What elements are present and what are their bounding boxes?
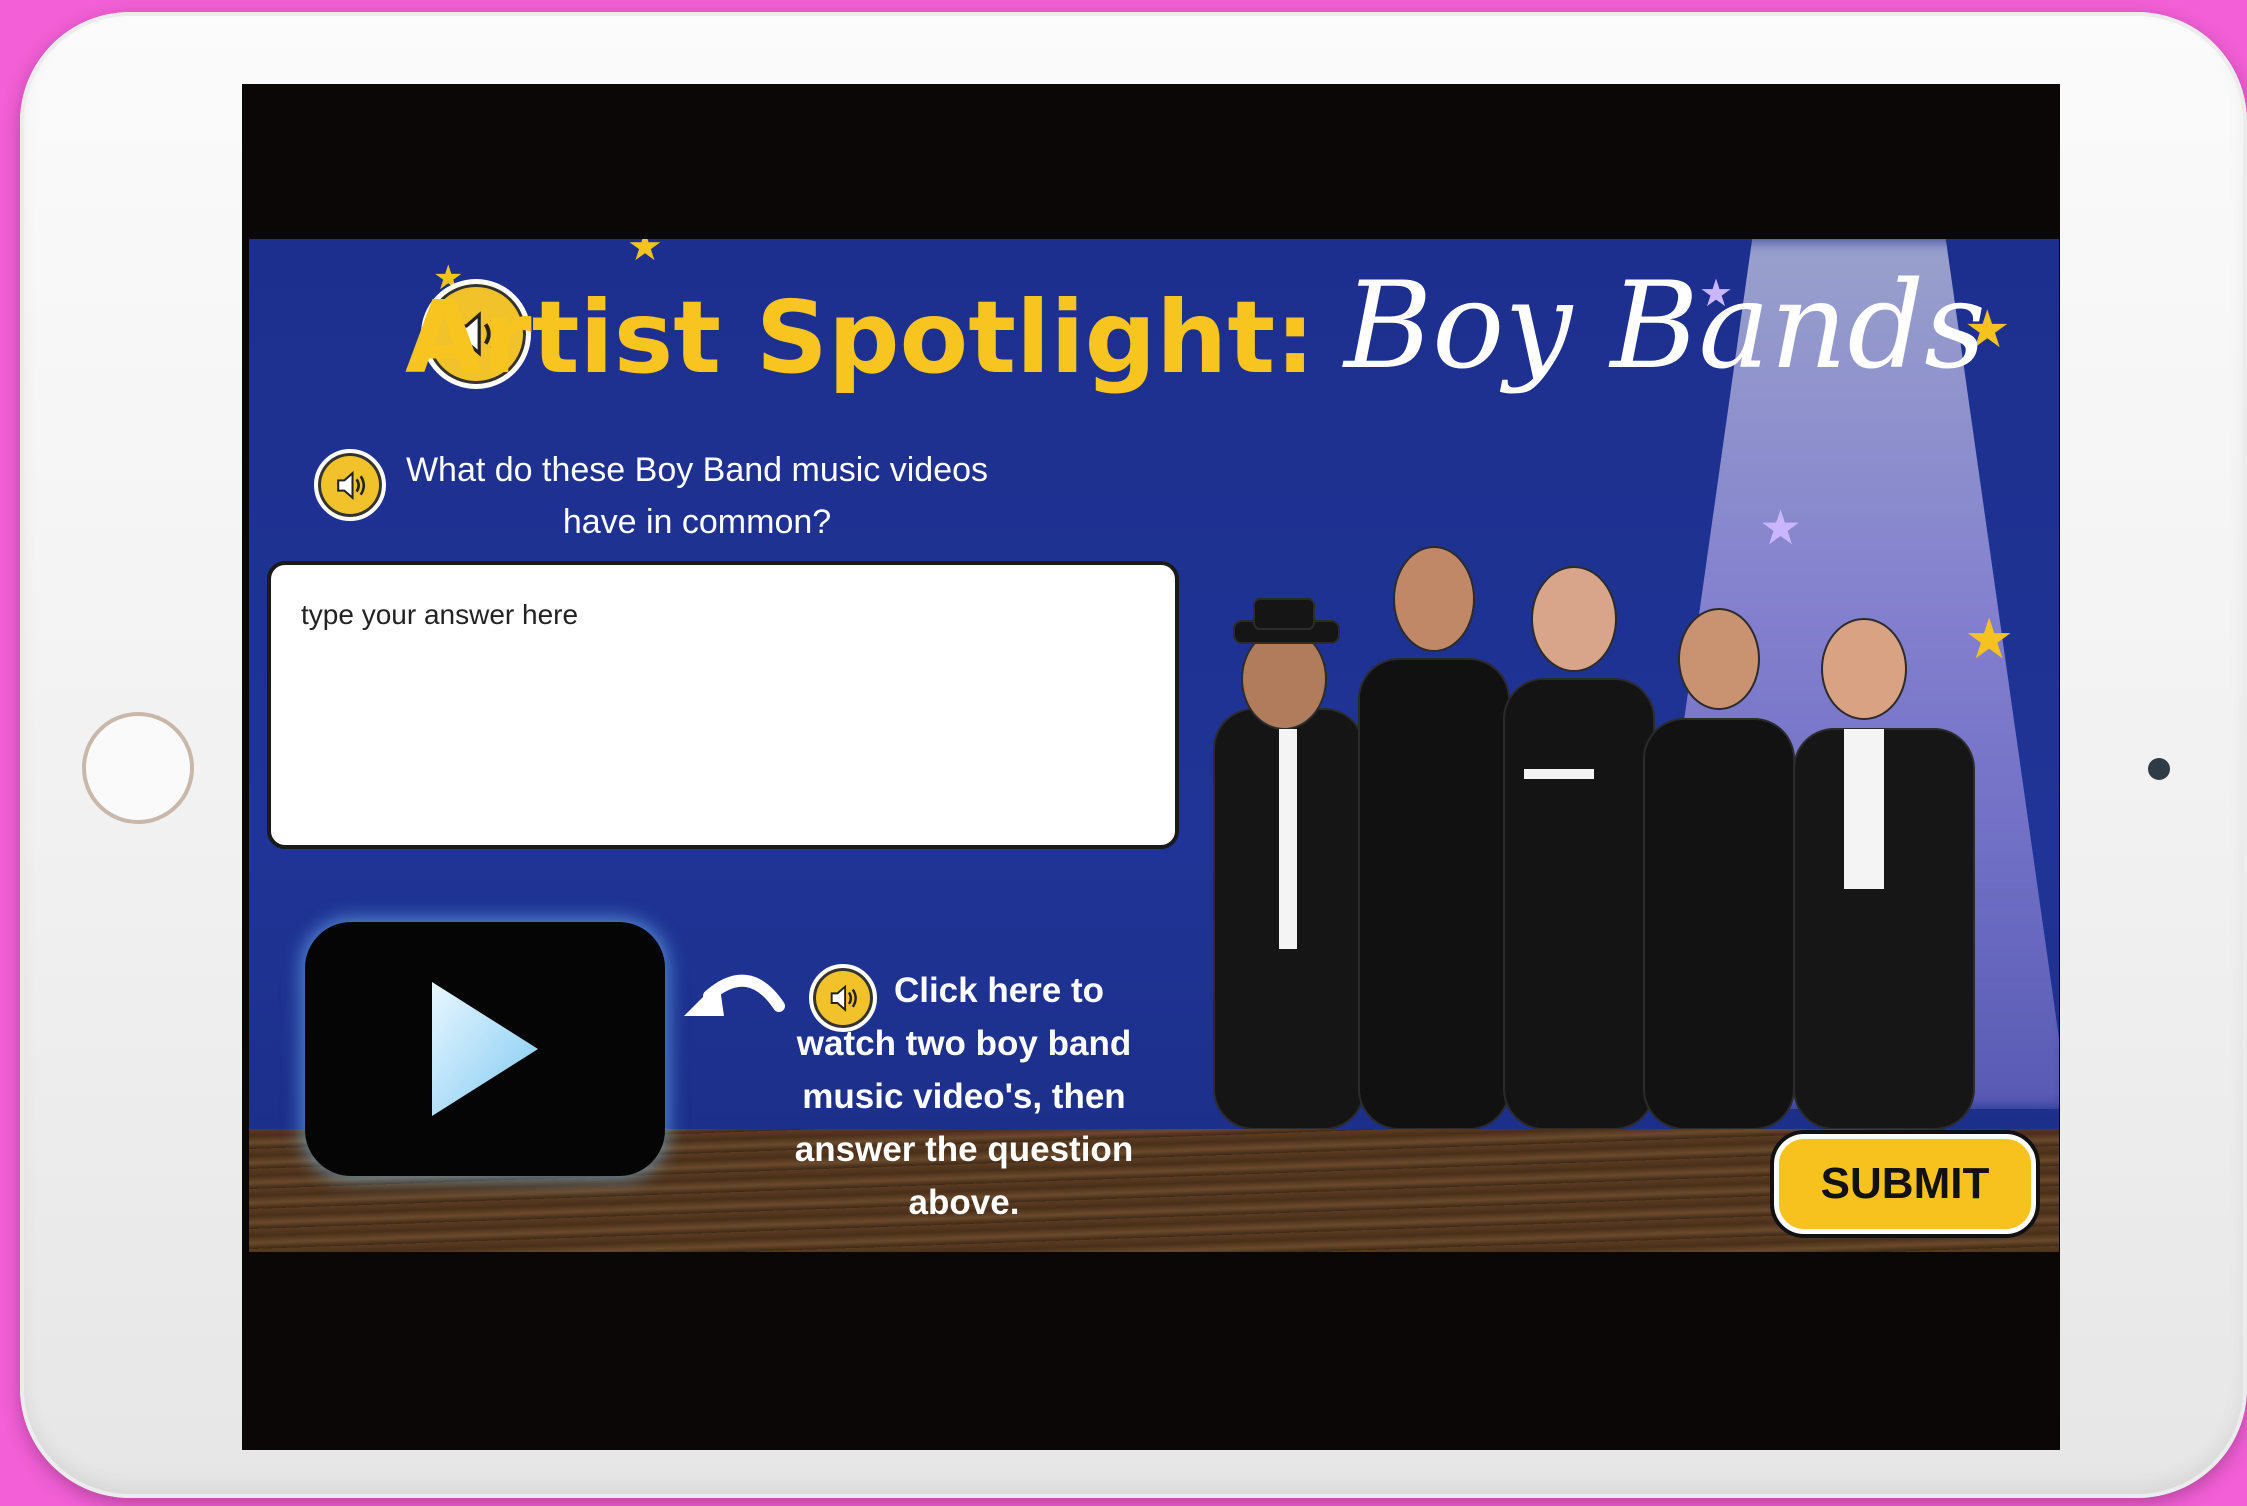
slide: ★ ★ ★ ★ ★ ★ Artist Spotlight: Boy Bands …	[249, 239, 2059, 1252]
instructions-line: above.	[908, 1183, 1020, 1222]
answer-input[interactable]: type your answer here	[267, 561, 1179, 849]
page-title: Artist Spotlight:	[405, 279, 1316, 396]
home-button[interactable]	[82, 712, 194, 824]
instructions-line: music video's, then	[802, 1077, 1126, 1116]
question-line: What do these Boy Band music videos	[405, 451, 989, 489]
person-silhouette	[1358, 546, 1510, 1129]
instructions-line: Click here to	[893, 971, 1105, 1010]
person-silhouette	[1213, 598, 1365, 1129]
person-silhouette	[1503, 566, 1655, 1129]
star-icon: ★	[627, 239, 663, 270]
tablet-screen: ★ ★ ★ ★ ★ ★ Artist Spotlight: Boy Bands …	[242, 84, 2060, 1450]
play-video-button[interactable]	[305, 922, 665, 1176]
instructions-line: answer the question	[794, 1130, 1134, 1169]
submit-button[interactable]: SUBMIT	[1774, 1134, 2036, 1234]
tablet-frame: ★ ★ ★ ★ ★ ★ Artist Spotlight: Boy Bands …	[20, 12, 2247, 1498]
band-photo	[1213, 546, 1975, 1129]
question-text: What do these Boy Band music videos have…	[397, 444, 997, 548]
instructions-line: watch two boy band	[796, 1024, 1132, 1063]
person-silhouette	[1793, 618, 1975, 1129]
camera-icon	[2148, 758, 2170, 780]
instructions-text: Click here to watch two boy band music v…	[769, 964, 1159, 1229]
answer-placeholder: type your answer here	[301, 599, 579, 630]
play-icon	[432, 982, 538, 1116]
question-line: have in common?	[562, 503, 832, 541]
person-silhouette	[1643, 608, 1795, 1129]
speaker-icon[interactable]	[314, 449, 386, 521]
page-title-highlight: Boy Bands	[1344, 257, 1986, 396]
